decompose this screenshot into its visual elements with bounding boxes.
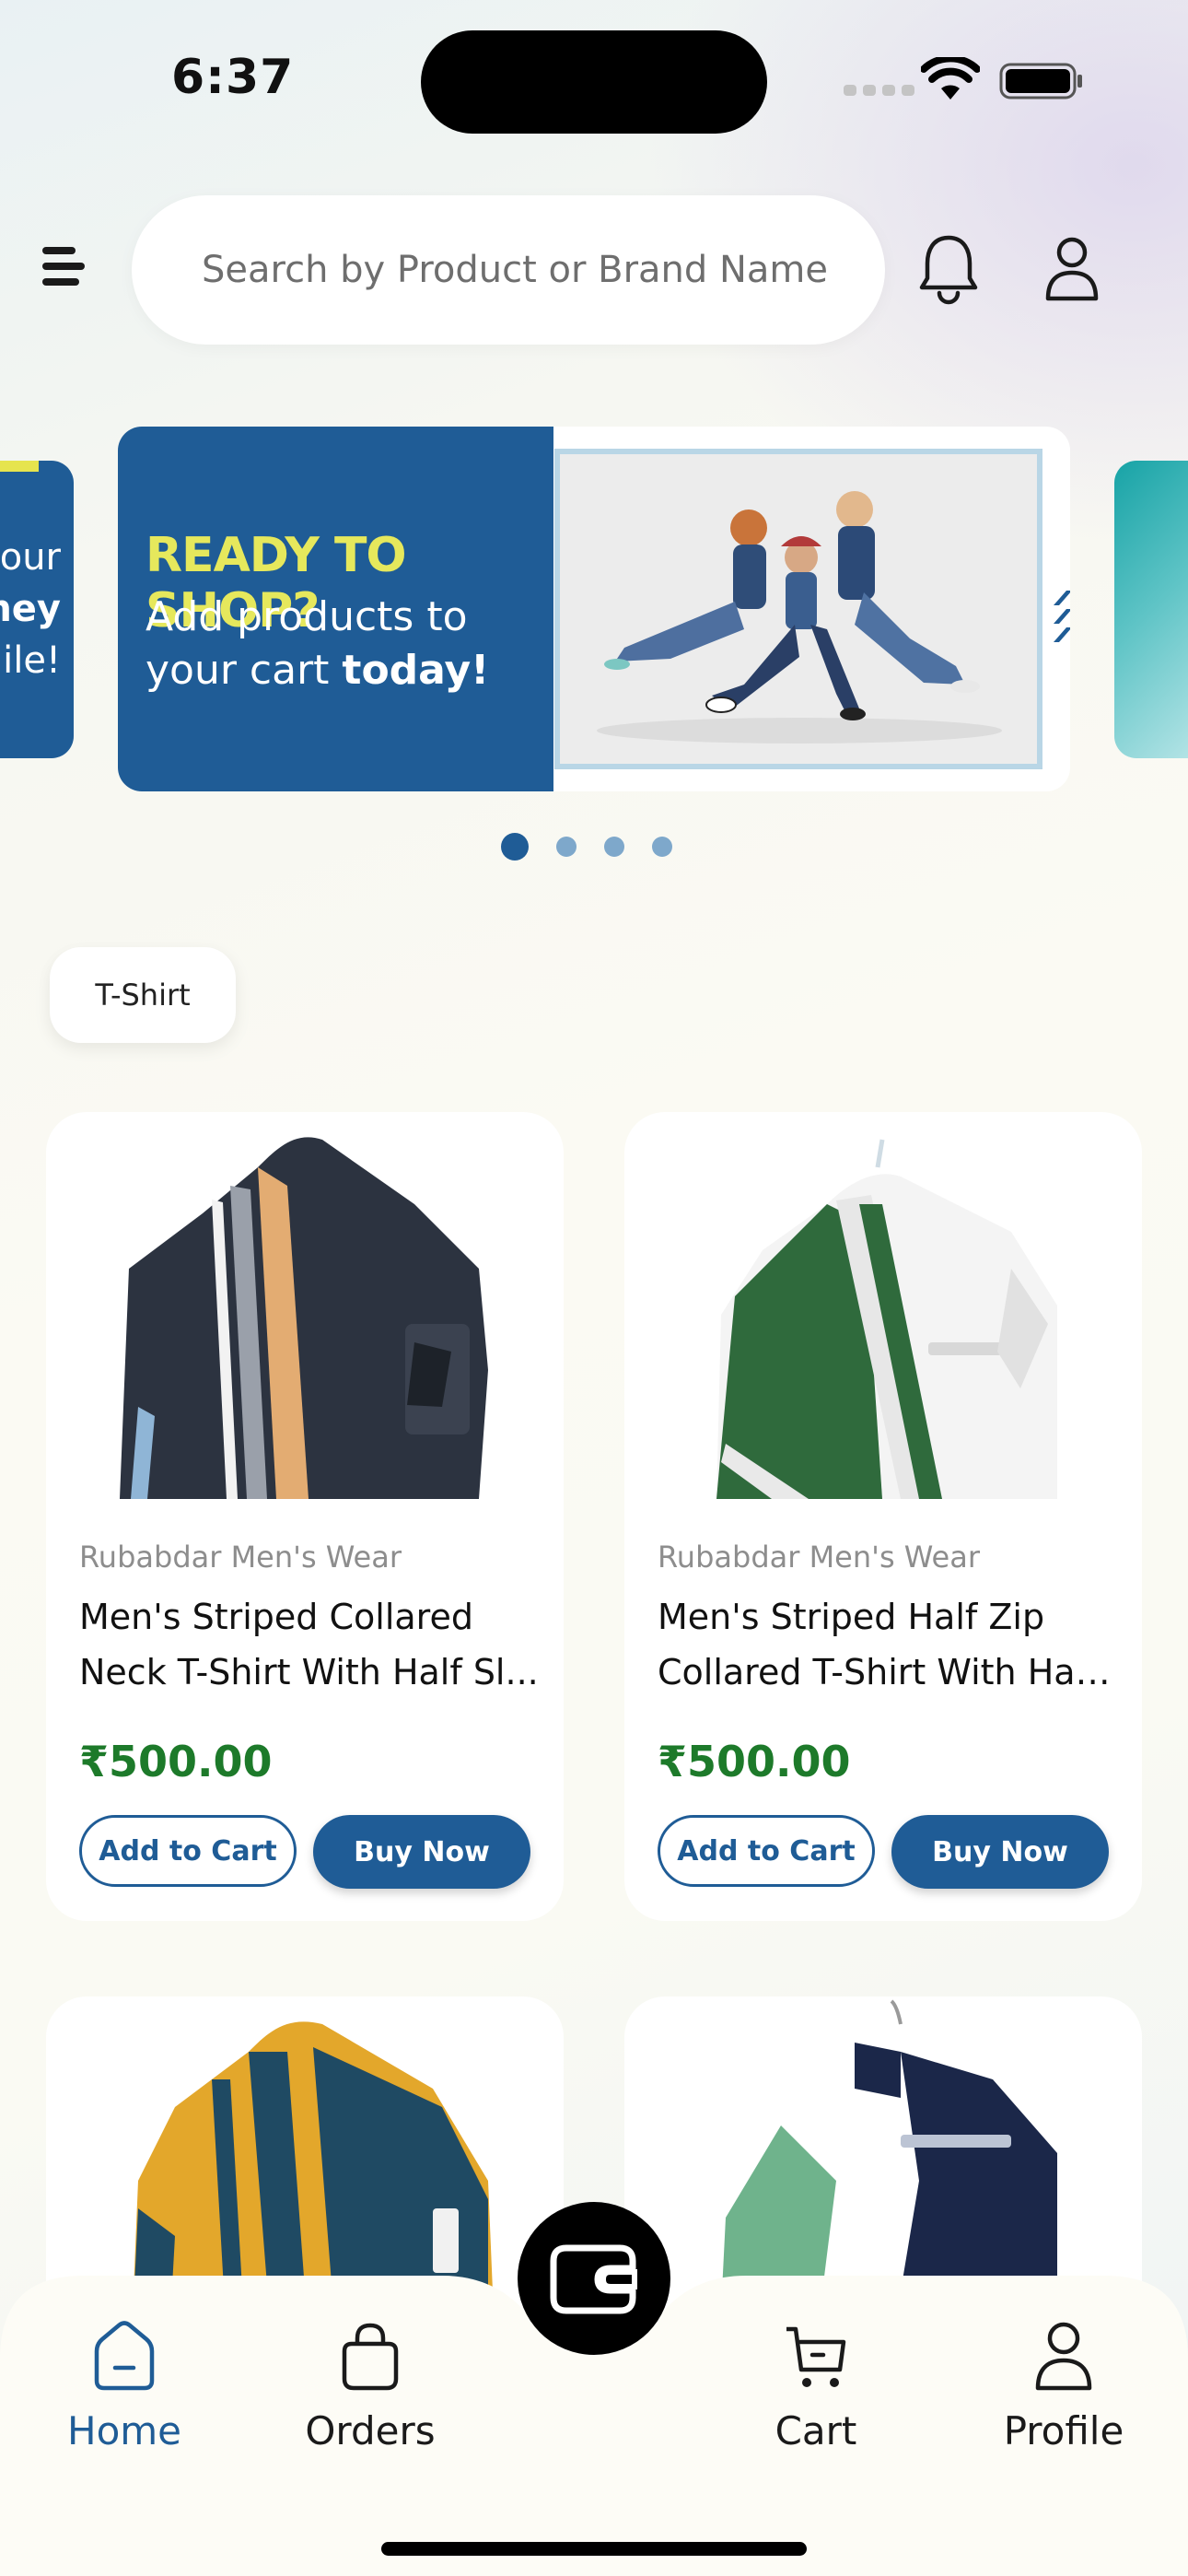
product-brand: Rubabdar Men's Wear bbox=[658, 1540, 980, 1575]
promo-banner[interactable]: READY TO SHOP? Add products to your cart… bbox=[118, 427, 1070, 791]
product-image bbox=[120, 1137, 488, 1499]
carousel-dot[interactable] bbox=[604, 837, 624, 857]
tab-orders[interactable]: Orders bbox=[301, 2320, 439, 2453]
carousel-dot[interactable] bbox=[501, 833, 529, 861]
product-price: ₹500.00 bbox=[79, 1737, 273, 1786]
banner-previous-text: ney bbox=[0, 588, 61, 630]
add-to-cart-button[interactable]: Add to Cart bbox=[79, 1815, 297, 1887]
product-name-line: Men's Striped Collared bbox=[79, 1597, 473, 1637]
carousel-indicator bbox=[501, 833, 672, 861]
search-input[interactable]: Search by Product or Brand Name bbox=[202, 249, 828, 291]
wifi-icon bbox=[921, 57, 980, 100]
search-bar[interactable]: Search by Product or Brand Name bbox=[132, 195, 885, 345]
buy-now-button[interactable]: Buy Now bbox=[313, 1815, 530, 1889]
buy-now-button[interactable]: Buy Now bbox=[891, 1815, 1109, 1889]
product-name-line: Collared T-Shirt With Half... bbox=[658, 1652, 1118, 1692]
banner-next[interactable] bbox=[1114, 461, 1188, 758]
carousel-dot[interactable] bbox=[652, 837, 672, 857]
tab-profile[interactable]: Profile bbox=[995, 2320, 1133, 2453]
cart-icon bbox=[786, 2326, 846, 2387]
product-card[interactable]: Rubabdar Men's Wear Men's Striped Half Z… bbox=[624, 1112, 1142, 1921]
home-indicator bbox=[381, 2542, 807, 2556]
tab-label: Orders bbox=[305, 2408, 436, 2453]
product-card[interactable]: Rubabdar Men's Wear Men's Striped Collar… bbox=[46, 1112, 564, 1921]
banner-previous-text: our bbox=[0, 536, 61, 579]
tab-label: Profile bbox=[1003, 2408, 1124, 2453]
banner-previous[interactable]: our ney ile! bbox=[0, 461, 74, 758]
wallet-icon bbox=[550, 2244, 637, 2314]
add-to-cart-button[interactable]: Add to Cart bbox=[658, 1815, 875, 1887]
tab-home[interactable]: Home bbox=[55, 2320, 193, 2453]
banner-stripes-decoration bbox=[1054, 591, 1070, 642]
banner-subtext-line1: Add products to bbox=[146, 593, 468, 640]
tab-cart[interactable]: Cart bbox=[747, 2320, 885, 2453]
status-time: 6:37 bbox=[171, 50, 295, 105]
user-icon[interactable] bbox=[1043, 236, 1101, 302]
product-image bbox=[716, 1139, 1057, 1499]
tab-label: Home bbox=[66, 2408, 182, 2453]
product-name[interactable]: Men's Striped Collared Neck T-Shirt With… bbox=[79, 1589, 540, 1700]
banner-subtext-bold: today! bbox=[342, 647, 490, 694]
wallet-button[interactable] bbox=[518, 2202, 670, 2355]
product-name-line: Men's Striped Half Zip bbox=[658, 1597, 1045, 1637]
product-name-line: Neck T-Shirt With Half Sl... bbox=[79, 1652, 539, 1692]
banner-subtext-line2: your cart today! bbox=[146, 644, 489, 697]
home-icon bbox=[94, 2321, 155, 2391]
dynamic-island bbox=[421, 30, 767, 134]
battery-icon bbox=[999, 63, 1082, 100]
family-photo-image bbox=[554, 449, 1042, 769]
banner-previous-text: ile! bbox=[3, 639, 61, 682]
cellular-signal-icon bbox=[844, 85, 914, 96]
banner-subtext: Add products to your cart today! bbox=[146, 591, 489, 697]
carousel-dot[interactable] bbox=[556, 837, 577, 857]
product-price: ₹500.00 bbox=[658, 1737, 851, 1786]
tab-label: Cart bbox=[775, 2408, 857, 2453]
product-brand: Rubabdar Men's Wear bbox=[79, 1540, 402, 1575]
profile-icon bbox=[1035, 2322, 1092, 2391]
category-chip-tshirt[interactable]: T-Shirt bbox=[50, 947, 236, 1043]
menu-button[interactable] bbox=[42, 247, 88, 293]
product-name[interactable]: Men's Striped Half Zip Collared T-Shirt … bbox=[658, 1589, 1118, 1700]
shopping-bag-icon bbox=[342, 2323, 399, 2391]
banner-text-panel: READY TO SHOP? Add products to your cart… bbox=[118, 427, 553, 791]
bell-icon[interactable] bbox=[918, 232, 979, 306]
banner-subtext-prefix: your cart bbox=[146, 647, 343, 694]
